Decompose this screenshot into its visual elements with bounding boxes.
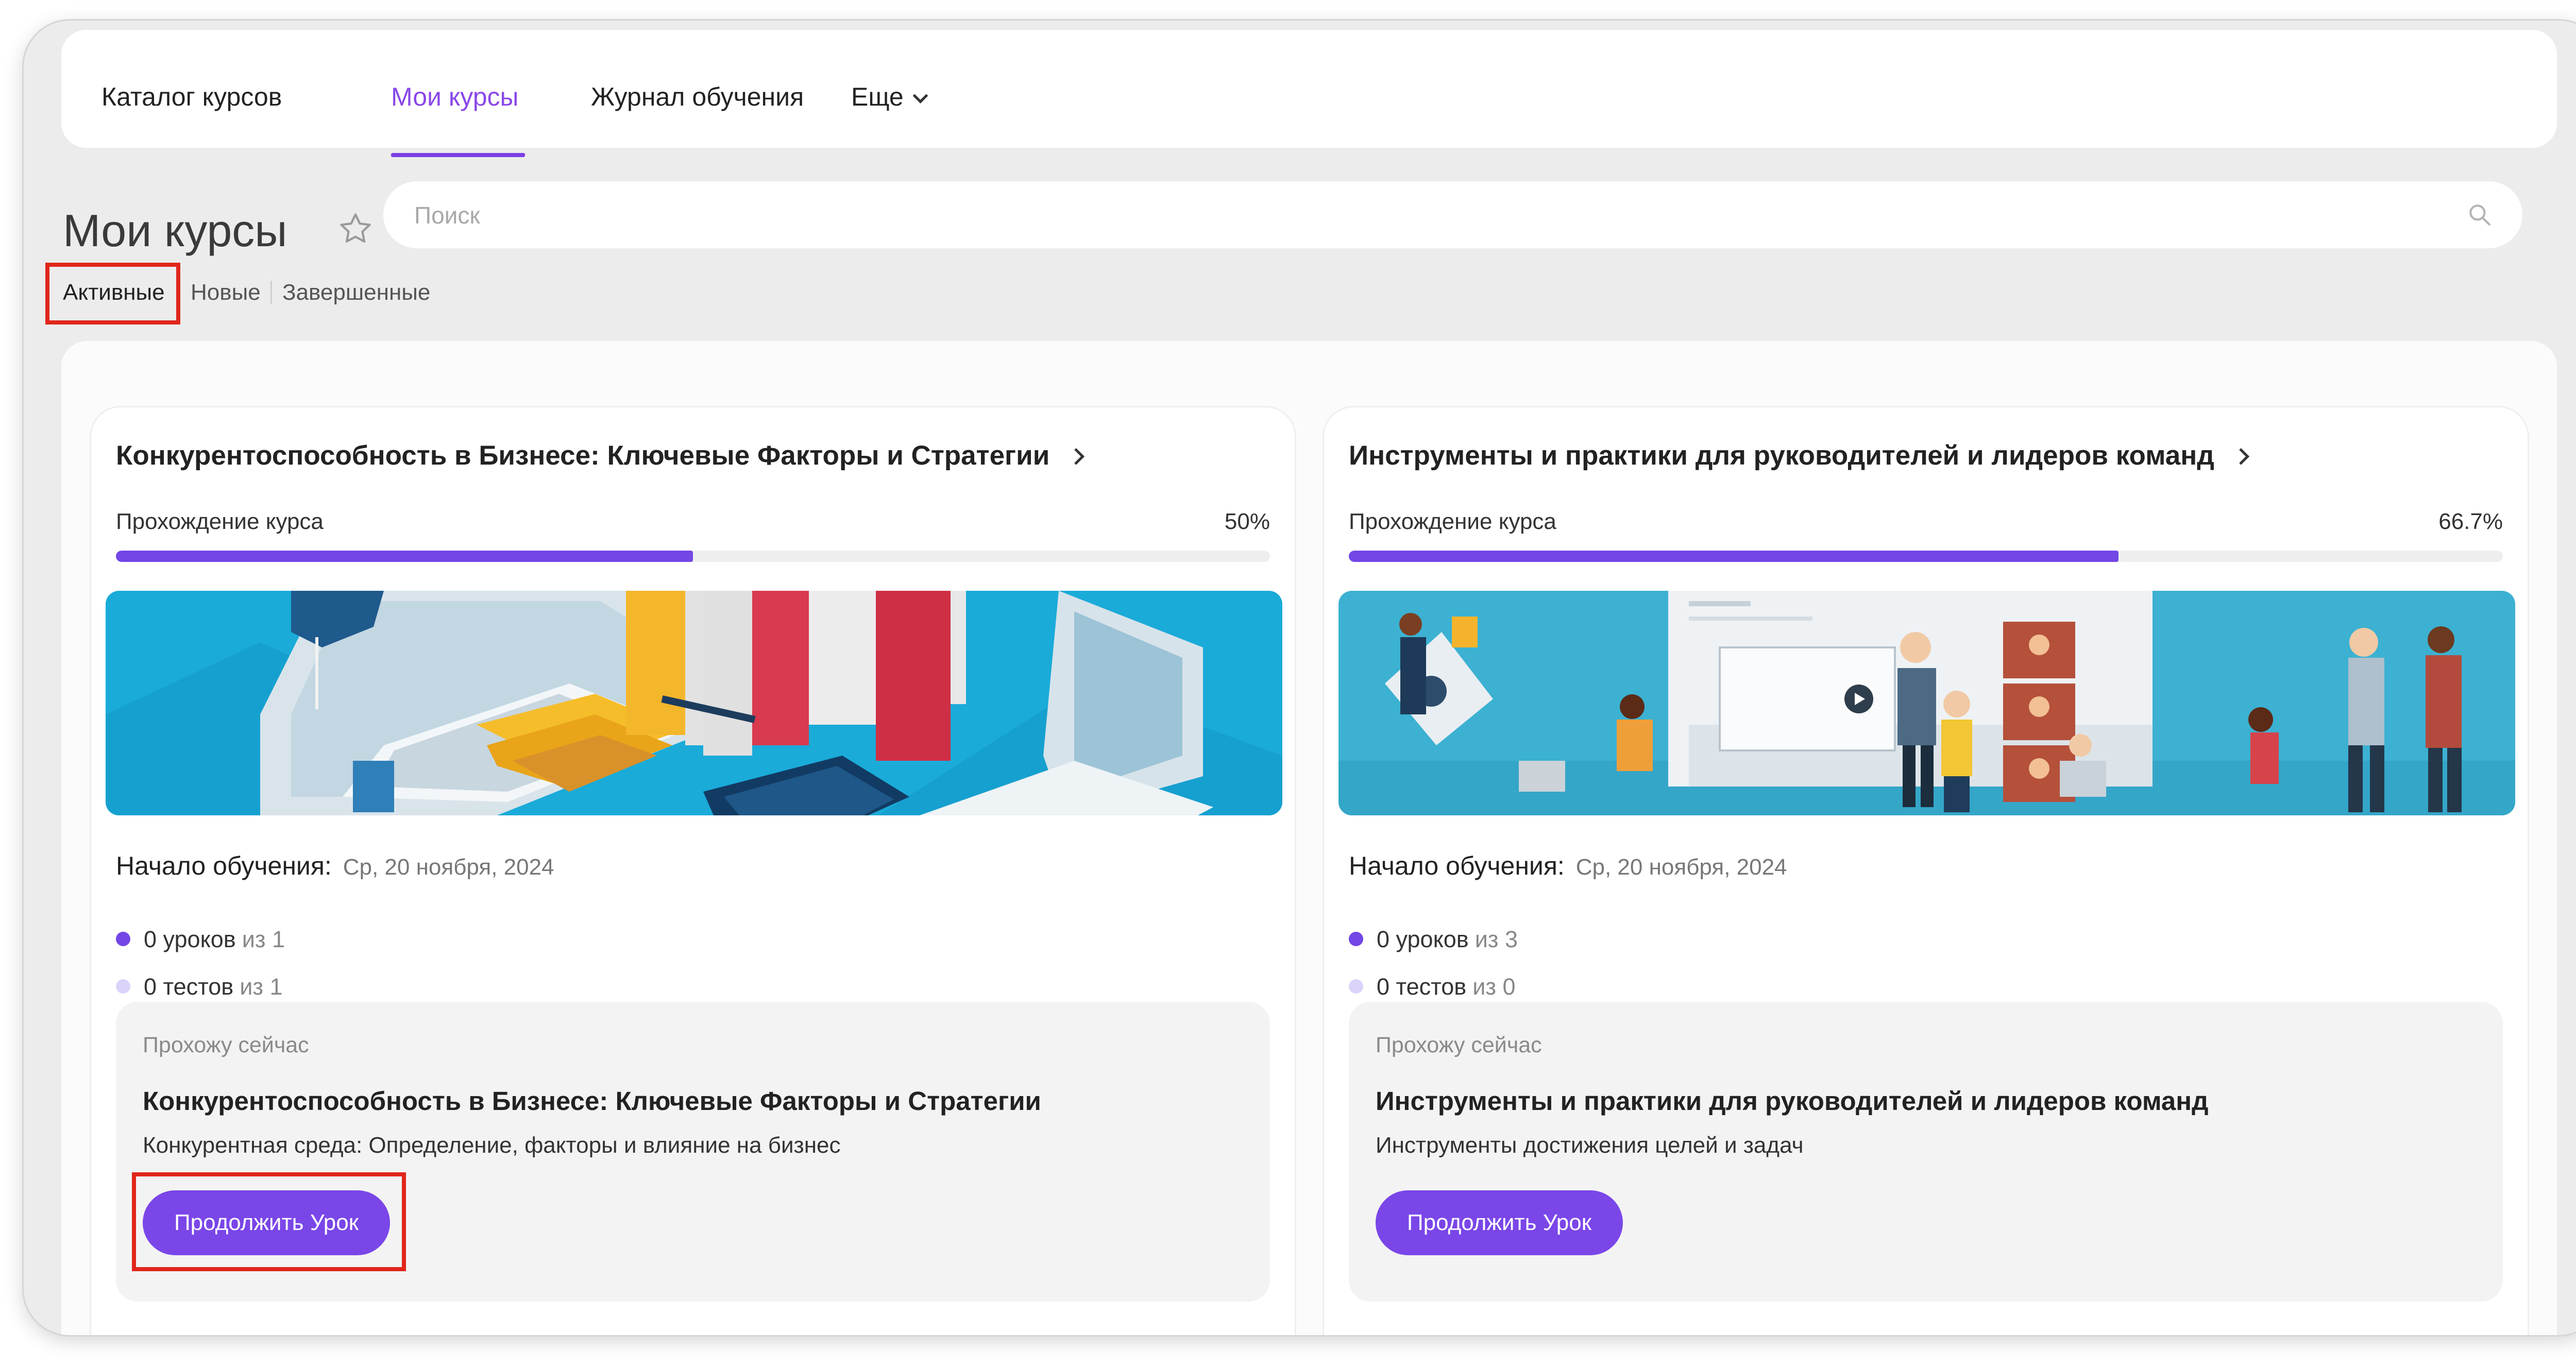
current-course-title: Конкурентоспособность в Бизнесе: Ключевы… [143,1086,1041,1116]
search-icon[interactable] [2467,202,2493,228]
current-course-title: Инструменты и практики для руководителей… [1376,1086,2209,1116]
chevron-right-icon [1067,448,1085,465]
current-label: Прохожу сейчас [143,1033,309,1057]
tab-more-label: Еще [851,82,904,111]
course-card: Конкурентоспособность в Бизнесе: Ключевы… [90,406,1296,1335]
current-lesson-title: Инструменты достижения целей и задач [1376,1133,1804,1158]
course-card: Инструменты и практики для руководителей… [1323,406,2529,1335]
filter-completed[interactable]: Завершенные [282,279,430,306]
filter-active[interactable]: Активные [63,279,165,306]
course-banner-image[interactable] [1338,591,2515,815]
app-window: Каталог курсов Мои курсы Журнал обучения… [24,21,2576,1335]
course-title: Конкурентоспособность в Бизнесе: Ключевы… [116,440,1050,471]
current-lesson-panel: Прохожу сейчас Инструменты и практики дл… [1349,1002,2503,1302]
tab-course-catalog[interactable]: Каталог курсов [101,81,282,112]
start-date-label: Начало обучения: [1349,851,1565,880]
current-label: Прохожу сейчас [1376,1033,1542,1057]
tab-learning-journal[interactable]: Журнал обучения [591,81,804,112]
lessons-total: из 1 [242,926,285,952]
course-title: Инструменты и практики для руководителей… [1349,440,2214,471]
tests-count: 0 тестов [144,973,234,1000]
filter-divider [270,281,272,304]
lessons-dot-icon [116,932,130,946]
chevron-right-icon [2232,448,2249,465]
tests-total: из 0 [1472,973,1516,1000]
progress-value: 50% [1224,509,1270,534]
tab-more[interactable]: Еще [851,81,928,112]
lessons-count: 0 уроков [144,926,236,952]
tab-my-courses[interactable]: Мои курсы [391,81,518,112]
course-title-link[interactable]: Конкурентоспособность в Бизнесе: Ключевы… [116,439,1085,472]
progress-bar-fill [116,551,693,562]
lessons-stat: 0 уроков из 3 [1349,925,1518,954]
continue-lesson-button[interactable]: Продолжить Урок [1376,1190,1623,1255]
progress-label: Прохождение курса [1349,509,1556,534]
star-icon[interactable] [337,210,374,247]
start-date-value: Ср, 20 ноября, 2024 [343,855,554,880]
active-tab-underline [391,153,525,157]
lessons-count: 0 уроков [1377,926,1469,952]
start-date: Начало обучения: Ср, 20 ноября, 2024 [116,850,554,883]
tests-count: 0 тестов [1377,973,1467,1000]
course-banner-image[interactable] [106,591,1282,815]
search-input[interactable] [413,197,2425,234]
tests-stat: 0 тестов из 0 [1349,972,1516,1001]
tests-dot-icon [116,979,130,994]
start-date-label: Начало обучения: [116,851,332,880]
page-title: Мои курсы [63,205,287,256]
tests-dot-icon [1349,979,1363,994]
continue-lesson-button[interactable]: Продолжить Урок [143,1190,390,1255]
tests-total: из 1 [240,973,283,1000]
start-date: Начало обучения: Ср, 20 ноября, 2024 [1349,850,1787,883]
current-lesson-panel: Прохожу сейчас Конкурентоспособность в Б… [116,1002,1270,1302]
current-lesson-title: Конкурентная среда: Определение, факторы… [143,1133,841,1158]
course-title-link[interactable]: Инструменты и практики для руководителей… [1349,439,2249,472]
progress-bar [116,551,1270,562]
lessons-dot-icon [1349,932,1363,946]
filter-new[interactable]: Новые [191,279,261,306]
lessons-total: из 3 [1475,926,1518,952]
search-box [383,181,2522,248]
lessons-stat: 0 уроков из 1 [116,925,285,954]
start-date-value: Ср, 20 ноября, 2024 [1575,855,1787,880]
chevron-down-icon [912,88,928,104]
progress-value: 66.7% [2438,509,2503,534]
progress-bar-fill [1349,551,2119,562]
progress-label: Прохождение курса [116,509,324,534]
progress-bar [1349,551,2503,562]
top-navigation: Каталог курсов Мои курсы Журнал обучения… [61,30,2557,157]
tests-stat: 0 тестов из 1 [116,972,283,1001]
